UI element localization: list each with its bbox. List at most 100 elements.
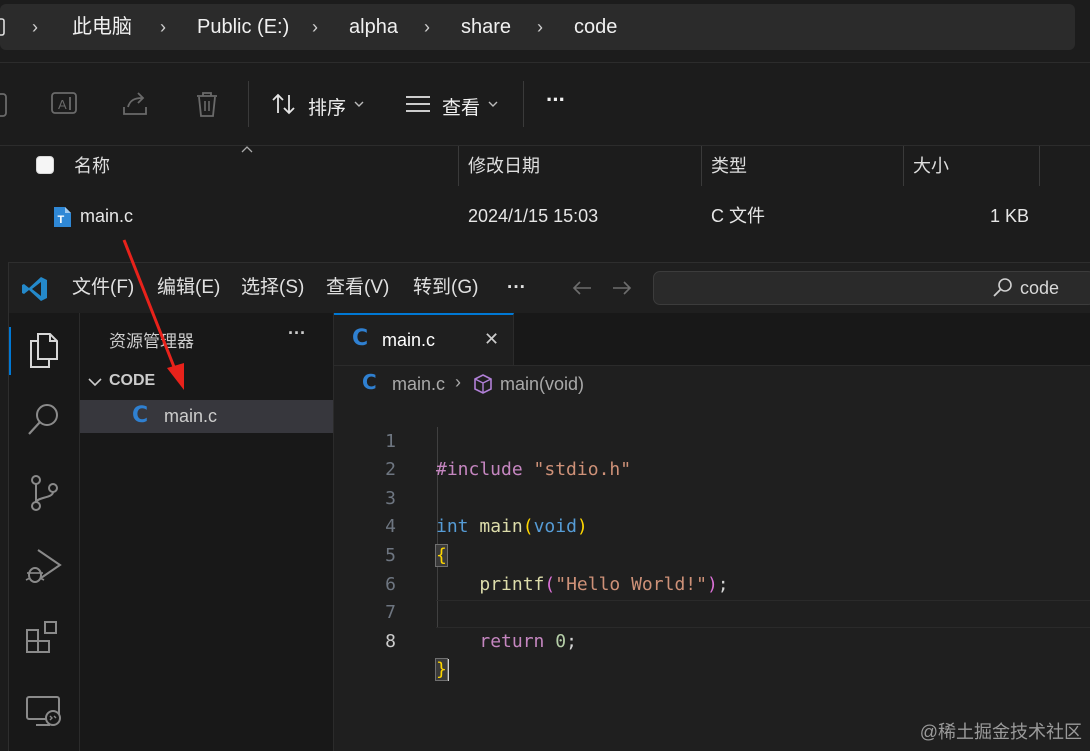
more-options-button[interactable]: ··· [546, 87, 566, 113]
chevron-right-icon: › [312, 17, 318, 37]
code-line: 2 [334, 428, 421, 480]
folder-header-code[interactable]: CODE [80, 369, 333, 397]
chevron-right-icon: › [160, 17, 166, 37]
rename-icon[interactable]: A [48, 87, 82, 121]
breadcrumb-this-pc[interactable]: 此电脑 [72, 4, 132, 50]
sort-label: 排序 [308, 98, 347, 119]
run-and-debug-icon[interactable] [24, 545, 64, 587]
breadcrumb-file[interactable]: main.c [392, 374, 445, 395]
folder-icon [0, 18, 5, 36]
command-center-text: code [1020, 278, 1060, 298]
explorer-sidebar: 资源管理器 ··· CODE C main.c [80, 313, 334, 751]
sidebar-more-button[interactable]: ··· [288, 323, 306, 344]
view-label: 查看 [442, 98, 481, 119]
vscode-window: 文件(F) 编辑(E) 选择(S) 查看(V) 转到(G) ··· code 资… [8, 262, 1090, 751]
menu-more[interactable]: ··· [507, 263, 526, 313]
breadcrumb-code[interactable]: code [574, 4, 617, 50]
active-indicator [9, 327, 11, 375]
string-token: "stdio.h" [533, 459, 632, 481]
file-name[interactable]: main.c [80, 200, 133, 232]
editor-tab-main-c[interactable]: C main.c ✕ [334, 313, 514, 365]
column-divider[interactable] [903, 146, 904, 186]
address-bar[interactable]: › 此电脑 › Public (E:) › alpha › share › co… [0, 4, 1075, 50]
command-center-search[interactable]: code [653, 271, 1090, 305]
column-header-size[interactable]: 大小 [913, 148, 949, 184]
sort-icon [272, 93, 295, 115]
file-explorer-window: › 此电脑 › Public (E:) › alpha › share › co… [0, 0, 1090, 262]
file-size: 1 KB [990, 206, 1030, 226]
column-divider[interactable] [458, 146, 459, 186]
view-button[interactable]: 查看 [404, 85, 504, 123]
chevron-down-icon [88, 378, 102, 387]
code-line: 6 [334, 542, 421, 595]
explorer-files-icon[interactable] [26, 331, 62, 371]
column-header-name[interactable]: 名称 [74, 148, 110, 184]
chevron-down-icon [354, 101, 364, 107]
code-line: 7 return 0; [334, 571, 577, 652]
delete-icon[interactable] [190, 87, 224, 121]
menu-go[interactable]: 转到(G) [413, 263, 478, 313]
editor-tab-bar: C main.c ✕ [334, 313, 1090, 366]
code-line: 1 #include "stdio.h" [334, 399, 631, 481]
file-type: C 文件 [711, 206, 765, 226]
breadcrumb-alpha[interactable]: alpha [349, 4, 398, 50]
c-file-icon: T [54, 207, 71, 227]
menu-edit[interactable]: 编辑(E) [157, 263, 220, 313]
preprocessor-token: #include [436, 459, 523, 481]
file-date: 2024/1/15 15:03 [468, 206, 599, 226]
chevron-down-icon [488, 101, 498, 107]
chevron-right-icon: › [32, 17, 38, 37]
select-all-checkbox[interactable] [36, 156, 54, 174]
code-line: 5 printf("Hello World!"); [334, 513, 728, 595]
chevron-right-icon: › [424, 17, 430, 37]
code-editor[interactable]: 1 #include "stdio.h" 2 3 int main(void) … [334, 399, 1090, 682]
explorer-toolbar: A 排序 查看 ··· [0, 62, 1090, 146]
sort-ascending-indicator-icon [241, 146, 253, 153]
sort-button[interactable]: 排序 [270, 85, 370, 123]
breadcrumb-symbol[interactable]: main(void) [500, 374, 584, 395]
toolbar-divider [248, 81, 249, 127]
view-list-icon [406, 96, 430, 112]
source-control-icon[interactable] [26, 473, 62, 513]
c-language-icon: C [362, 370, 377, 394]
line-number: 8 [385, 630, 396, 652]
chevron-right-icon: › [537, 17, 543, 37]
watermark-text: @稀土掘金技术社区 [919, 722, 1082, 742]
c-language-icon: C [132, 403, 149, 428]
breadcrumb-share[interactable]: share [461, 4, 511, 50]
column-divider[interactable] [1039, 146, 1040, 186]
extensions-icon[interactable] [24, 619, 64, 659]
editor-area: C main.c ✕ C main.c › main(void) 1 #incl… [334, 313, 1090, 751]
current-line-highlight [436, 600, 1090, 628]
arrow-left-icon[interactable] [571, 279, 593, 297]
menu-file[interactable]: 文件(F) [72, 263, 134, 313]
svg-text:T: T [58, 214, 65, 226]
share-icon[interactable] [118, 87, 152, 121]
sidebar-title: 资源管理器 [109, 332, 194, 351]
remote-explorer-icon[interactable] [24, 693, 64, 731]
paste-icon[interactable] [0, 87, 14, 121]
menu-selection[interactable]: 选择(S) [241, 263, 304, 313]
code-line: 3 int main(void) [334, 456, 588, 538]
chevron-right-icon: › [455, 372, 461, 392]
sidebar-file-item[interactable]: C main.c [80, 400, 333, 433]
column-header-type[interactable]: 类型 [711, 148, 747, 184]
column-header-date[interactable]: 修改日期 [468, 148, 540, 184]
vscode-title-bar: 文件(F) 编辑(E) 选择(S) 查看(V) 转到(G) ··· code [9, 263, 1090, 313]
arrow-right-icon[interactable] [611, 279, 633, 297]
toolbar-divider [523, 81, 524, 127]
close-icon[interactable]: ✕ [484, 329, 499, 350]
search-icon [993, 278, 1012, 297]
code-line: 4 { [334, 485, 448, 567]
menu-view[interactable]: 查看(V) [326, 263, 389, 313]
sidebar-file-name: main.c [164, 406, 218, 426]
editor-breadcrumb: C main.c › main(void) [334, 366, 1090, 400]
search-icon[interactable] [26, 401, 62, 439]
vscode-logo-icon [22, 277, 47, 301]
tab-label: main.c [382, 330, 436, 350]
folder-name: CODE [109, 372, 156, 389]
c-language-icon: C [352, 326, 369, 351]
column-divider[interactable] [701, 146, 702, 186]
breadcrumb-drive[interactable]: Public (E:) [197, 4, 289, 50]
svg-text:A: A [58, 97, 67, 112]
